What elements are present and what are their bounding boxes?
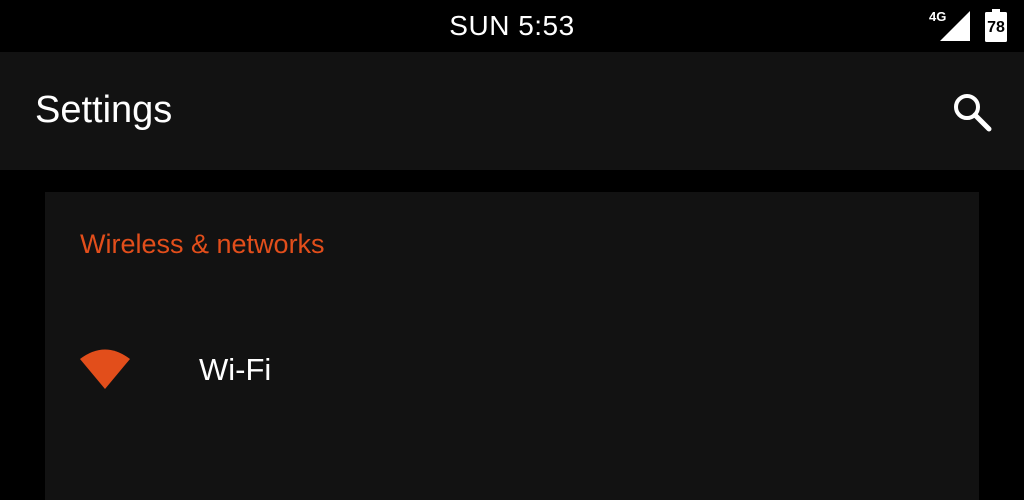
battery-level: 78 — [987, 19, 1005, 36]
app-bar: Settings — [0, 52, 1024, 170]
page-title: Settings — [35, 89, 173, 131]
wifi-icon — [80, 349, 130, 389]
section-header-wireless: Wireless & networks — [80, 229, 325, 259]
status-time: SUN 5:53 — [449, 10, 575, 41]
settings-item-wifi[interactable]: Wi-Fi — [45, 322, 979, 422]
search-button[interactable] — [942, 82, 1002, 142]
search-icon — [954, 94, 992, 132]
status-bar: SUN 5:53 4G 78 — [0, 0, 1024, 52]
settings-item-label: Wi-Fi — [199, 352, 272, 387]
network-type-label: 4G — [929, 9, 947, 24]
settings-section-card: Wireless & networks Wi-Fi — [45, 192, 979, 500]
